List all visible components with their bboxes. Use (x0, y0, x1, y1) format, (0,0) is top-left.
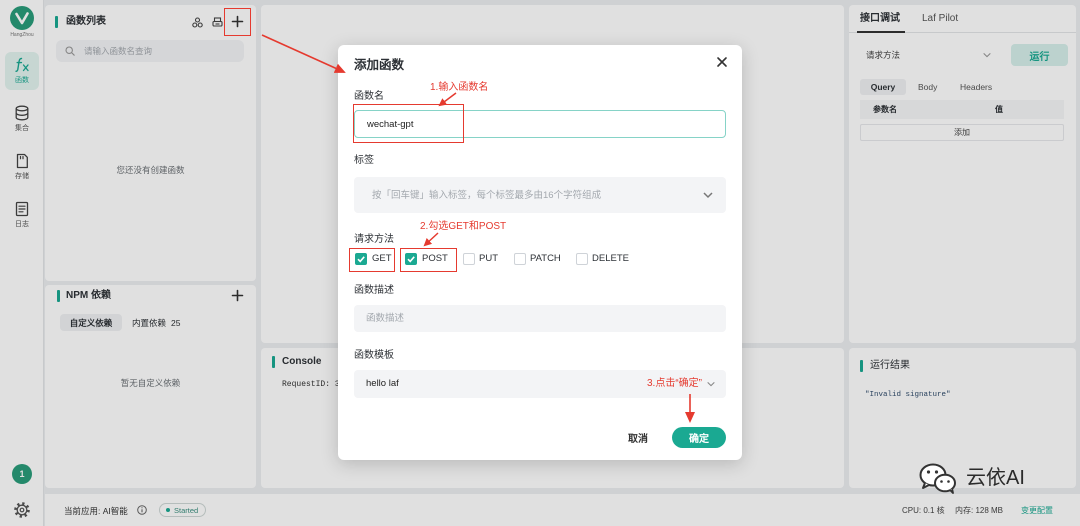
chevron-down-icon (707, 381, 715, 387)
annotation-box-get (349, 248, 395, 272)
function-name-label: 函数名 (354, 91, 384, 102)
template-label: 函数模板 (354, 350, 394, 361)
checkbox-delete[interactable] (576, 253, 588, 265)
annotation-step1: 1.输入函数名 (430, 82, 489, 93)
confirm-button[interactable]: 确定 (672, 427, 726, 448)
annotation-step2: 2.勾选GET和POST (420, 221, 507, 232)
modal-title: 添加函数 (354, 58, 405, 72)
request-methods-label: 请求方法 (354, 234, 394, 245)
template-value: hello laf (366, 378, 399, 389)
request-methods-group: GET POST PUT PATCH DELETE (338, 253, 742, 267)
close-icon[interactable] (716, 56, 728, 68)
tags-input[interactable] (354, 177, 726, 213)
wechat-icon (919, 463, 956, 494)
checkbox-patch[interactable] (514, 253, 526, 265)
annotation-box-post (400, 248, 457, 272)
watermark-text: 云依AI (966, 467, 1025, 489)
description-input[interactable] (354, 305, 726, 332)
description-label: 函数描述 (354, 285, 394, 296)
chevron-down-icon[interactable] (702, 189, 714, 201)
annotation-step3: 3.点击“确定” (647, 378, 702, 389)
checkbox-put[interactable] (463, 253, 475, 265)
method-label-put: PUT (479, 253, 498, 264)
method-label-delete: DELETE (592, 253, 629, 264)
annotation-box-name-input (353, 104, 464, 143)
cancel-button[interactable]: 取消 (618, 427, 658, 448)
annotation-box-add-button (224, 8, 251, 36)
method-label-patch: PATCH (530, 253, 561, 264)
tags-label: 标签 (354, 155, 374, 166)
